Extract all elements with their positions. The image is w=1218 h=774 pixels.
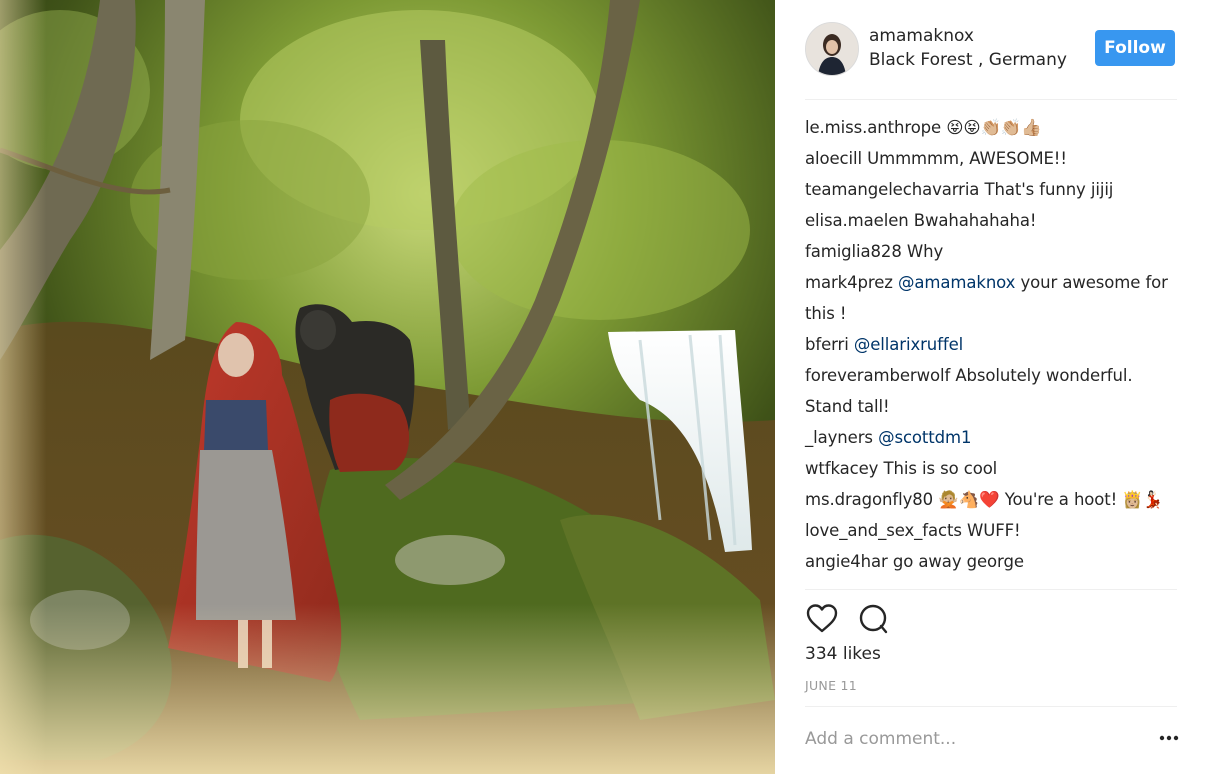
comment-item: love_and_sex_facts WUFF! [805, 515, 1177, 546]
comment-item: teamangelechavarria That's funny jijij [805, 174, 1177, 205]
comment-item: wtfkacey This is so cool [805, 453, 1177, 484]
post-photo[interactable] [0, 0, 775, 774]
instagram-post: amamaknox Black Forest , Germany Follow … [0, 0, 1218, 774]
comment-mention[interactable]: @ellarixruffel [854, 335, 963, 354]
comment-text: 😝😝👏🏼👏🏼👍🏼 [946, 118, 1042, 137]
comment-username[interactable]: elisa.maelen [805, 211, 909, 230]
comment-input-divider [805, 706, 1177, 707]
comment-username[interactable]: bferri [805, 335, 849, 354]
comment-text: Bwahahahaha! [913, 211, 1037, 230]
post-username[interactable]: amamaknox [869, 26, 974, 46]
comment-username[interactable]: teamangelechavarria [805, 180, 979, 199]
avatar-portrait-icon [806, 23, 858, 75]
comment-item: aloecill Ummmmm, AWESOME!! [805, 143, 1177, 174]
likes-count[interactable]: 334 likes [805, 644, 881, 664]
comment-username[interactable]: _layners [805, 428, 873, 447]
comment-username[interactable]: le.miss.anthrope [805, 118, 941, 137]
comment-item: ms.dragonfly80 🙅🏼🐴❤️ You're a hoot! 👸🏼💃🏻 [805, 484, 1177, 515]
comment-text: Ummmmm, AWESOME!! [867, 149, 1067, 168]
header-divider [805, 99, 1177, 100]
comment-username[interactable]: famiglia828 [805, 242, 902, 261]
comments-divider [805, 589, 1177, 590]
post-side-panel: amamaknox Black Forest , Germany Follow … [775, 0, 1218, 774]
comment-item: mark4prez @amamaknox your awesome for th… [805, 267, 1177, 329]
comments-list: le.miss.anthrope 😝😝👏🏼👏🏼👍🏼 aloecill Ummmm… [805, 112, 1177, 577]
comment-username[interactable]: mark4prez [805, 273, 893, 292]
comment-item: bferri @ellarixruffel [805, 329, 1177, 360]
post-date: JUNE 11 [805, 678, 858, 693]
comment-text: WUFF! [967, 521, 1021, 540]
comment-text: This is so cool [883, 459, 998, 478]
comment-username[interactable]: angie4har [805, 552, 888, 571]
comment-item: le.miss.anthrope 😝😝👏🏼👏🏼👍🏼 [805, 112, 1177, 143]
more-options-icon[interactable] [1157, 726, 1181, 750]
comment-item: _layners @scottdm1 [805, 422, 1177, 453]
comment-text: Why [906, 242, 944, 261]
follow-button[interactable]: Follow [1095, 30, 1175, 66]
comment-item: foreveramberwolf Absolutely wonderful. S… [805, 360, 1177, 422]
comment-text: 🙅🏼🐴❤️ You're a hoot! 👸🏼💃🏻 [938, 490, 1164, 509]
comment-mention[interactable]: @amamaknox [898, 273, 1015, 292]
profile-avatar[interactable] [805, 22, 859, 76]
comment-item: elisa.maelen Bwahahahaha! [805, 205, 1177, 236]
comment-text: go away george [892, 552, 1024, 571]
comment-username[interactable]: foreveramberwolf [805, 366, 950, 385]
heart-icon[interactable] [805, 602, 839, 636]
comment-username[interactable]: love_and_sex_facts [805, 521, 962, 540]
comment-item: famiglia828 Why [805, 236, 1177, 267]
comment-username[interactable]: aloecill [805, 149, 862, 168]
post-header: amamaknox Black Forest , Germany Follow [805, 22, 1177, 78]
forest-scene-illustration [0, 0, 775, 774]
comment-mention[interactable]: @scottdm1 [878, 428, 971, 447]
comment-username[interactable]: ms.dragonfly80 [805, 490, 933, 509]
comment-bubble-icon[interactable] [857, 602, 891, 636]
comment-text: That's funny jijij [984, 180, 1114, 199]
comment-item: angie4har go away george [805, 546, 1177, 577]
post-location[interactable]: Black Forest , Germany [869, 50, 1067, 70]
add-comment-input[interactable] [805, 726, 1125, 752]
comment-username[interactable]: wtfkacey [805, 459, 878, 478]
